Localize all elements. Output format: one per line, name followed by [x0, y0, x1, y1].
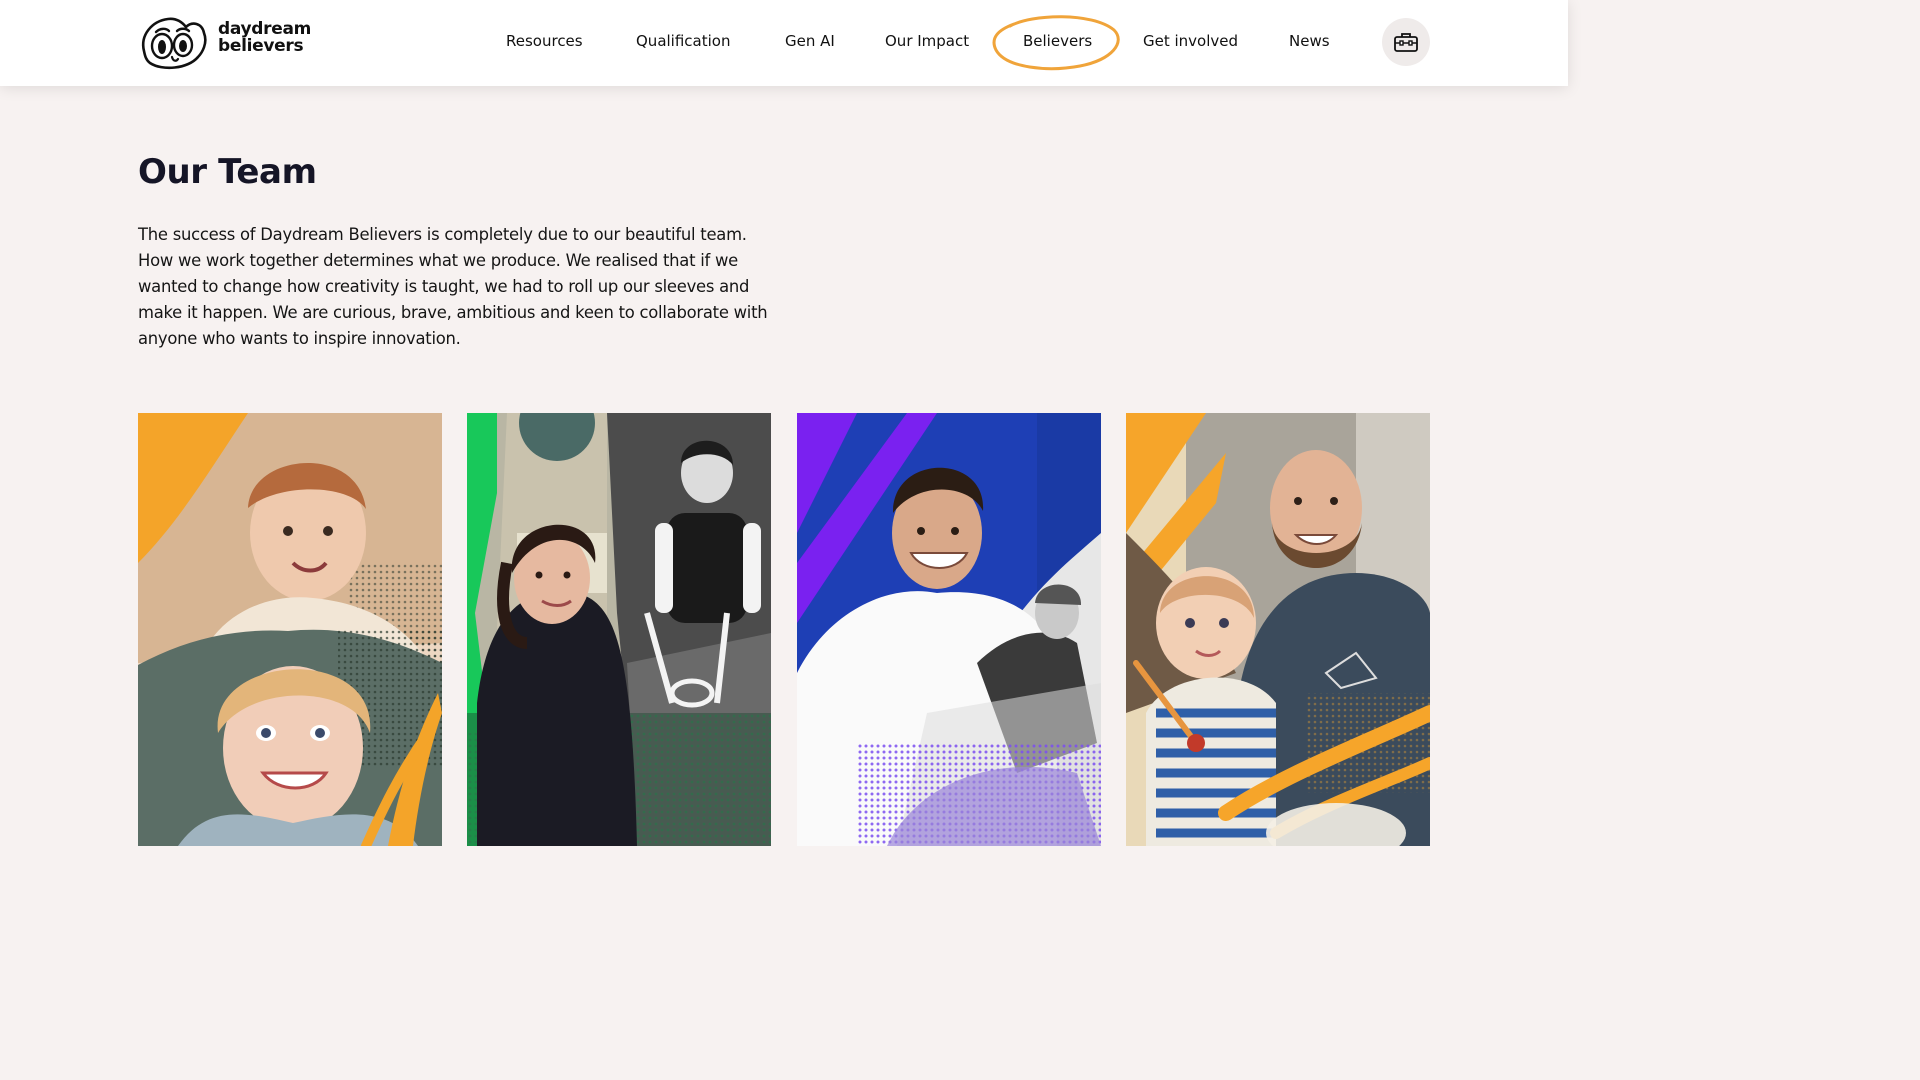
brand-line-2: believers — [218, 36, 304, 56]
team-member-card-2[interactable] — [467, 413, 771, 846]
nav-item-qualification[interactable]: Qualification — [636, 30, 730, 52]
nav-item-news[interactable]: News — [1289, 30, 1330, 52]
team-grid — [138, 413, 1430, 846]
nav-item-resources[interactable]: Resources — [506, 30, 583, 52]
toolbox-icon — [1394, 33, 1418, 52]
nav-item-believers[interactable]: Believers — [1023, 30, 1092, 52]
site-header: daydream believers Resources Qualificati… — [0, 0, 1568, 86]
brand-wordmark: daydream believers — [218, 21, 311, 55]
team-member-3-photo — [797, 413, 1101, 846]
toolkit-button[interactable] — [1382, 18, 1430, 66]
nav-item-our-impact[interactable]: Our Impact — [885, 30, 969, 52]
team-member-2-photo — [467, 413, 771, 846]
page-title: Our Team — [138, 152, 317, 192]
main-content: Our Team The success of Daydream Believe… — [0, 86, 1568, 882]
team-member-1-photo — [138, 413, 442, 846]
team-member-card-1[interactable] — [138, 413, 442, 846]
team-intro-paragraph: The success of Daydream Believers is com… — [138, 225, 768, 348]
team-member-card-3[interactable] — [797, 413, 1101, 846]
nav-item-get-involved[interactable]: Get involved — [1143, 30, 1238, 52]
daydream-believers-logo-icon — [141, 17, 207, 70]
site-logo[interactable]: daydream believers — [138, 13, 311, 71]
team-member-4-photo — [1126, 413, 1430, 846]
team-member-card-4[interactable] — [1126, 413, 1430, 846]
nav-item-gen-ai[interactable]: Gen AI — [785, 30, 835, 52]
